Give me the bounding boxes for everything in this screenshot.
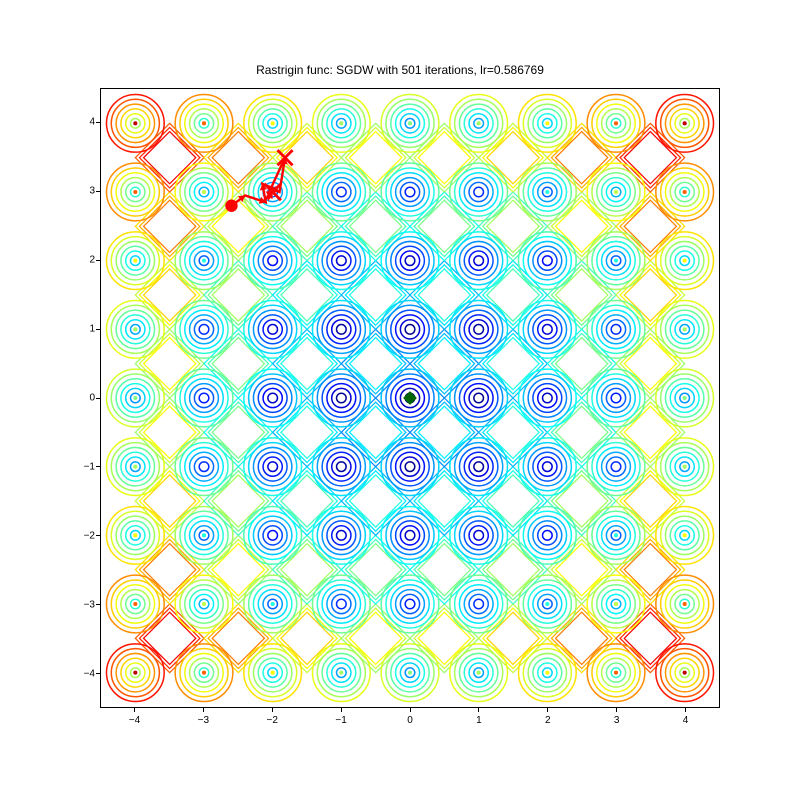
ytick-label: 1 xyxy=(70,324,95,335)
trajectory-line xyxy=(231,158,285,206)
ytick-label: 0 xyxy=(70,393,95,404)
xtick-label: −1 xyxy=(326,715,356,726)
ytick-label: −4 xyxy=(70,668,95,679)
ytick-label: −2 xyxy=(70,530,95,541)
trajectory-start-marker xyxy=(225,200,237,212)
xtick-label: 1 xyxy=(464,715,494,726)
ytick-label: 2 xyxy=(70,255,95,266)
chart-plot-area xyxy=(100,88,720,708)
ytick-label: 4 xyxy=(70,117,95,128)
xtick-label: 3 xyxy=(602,715,632,726)
ytick-label: −1 xyxy=(70,461,95,472)
contour-svg xyxy=(101,89,719,707)
xtick-label: 0 xyxy=(395,715,425,726)
minimum-marker xyxy=(403,391,417,405)
xtick-label: −3 xyxy=(188,715,218,726)
ytick-label: −3 xyxy=(70,599,95,610)
xtick-label: 2 xyxy=(533,715,563,726)
xtick-label: −4 xyxy=(119,715,149,726)
xtick-label: 4 xyxy=(671,715,701,726)
xtick-label: −2 xyxy=(257,715,287,726)
page-title: Rastrigin func: SGDW with 501 iterations… xyxy=(0,63,800,77)
ytick-label: 3 xyxy=(70,186,95,197)
